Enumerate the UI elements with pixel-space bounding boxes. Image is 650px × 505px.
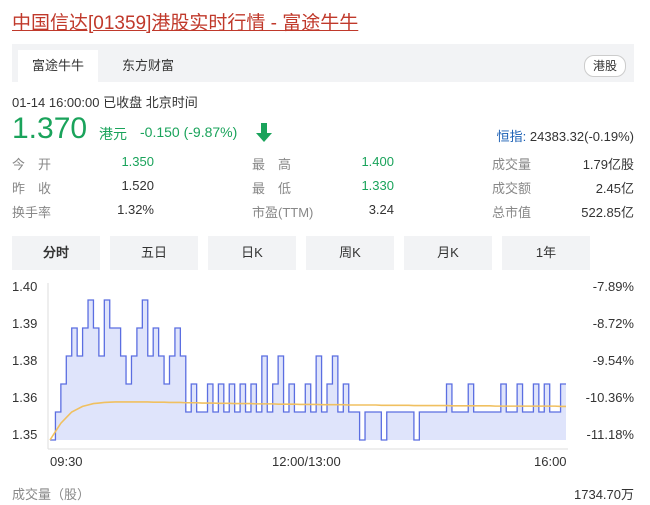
x-tick-midday: 12:00/13:00	[272, 454, 341, 469]
intraday-chart[interactable]	[0, 0, 650, 505]
x-tick-close: 16:00	[534, 454, 567, 469]
x-tick-open: 09:30	[50, 454, 83, 469]
volume-section-label: 成交量（股）	[12, 487, 91, 502]
volume-total: 1734.70万	[574, 487, 634, 502]
price-area	[50, 300, 566, 440]
